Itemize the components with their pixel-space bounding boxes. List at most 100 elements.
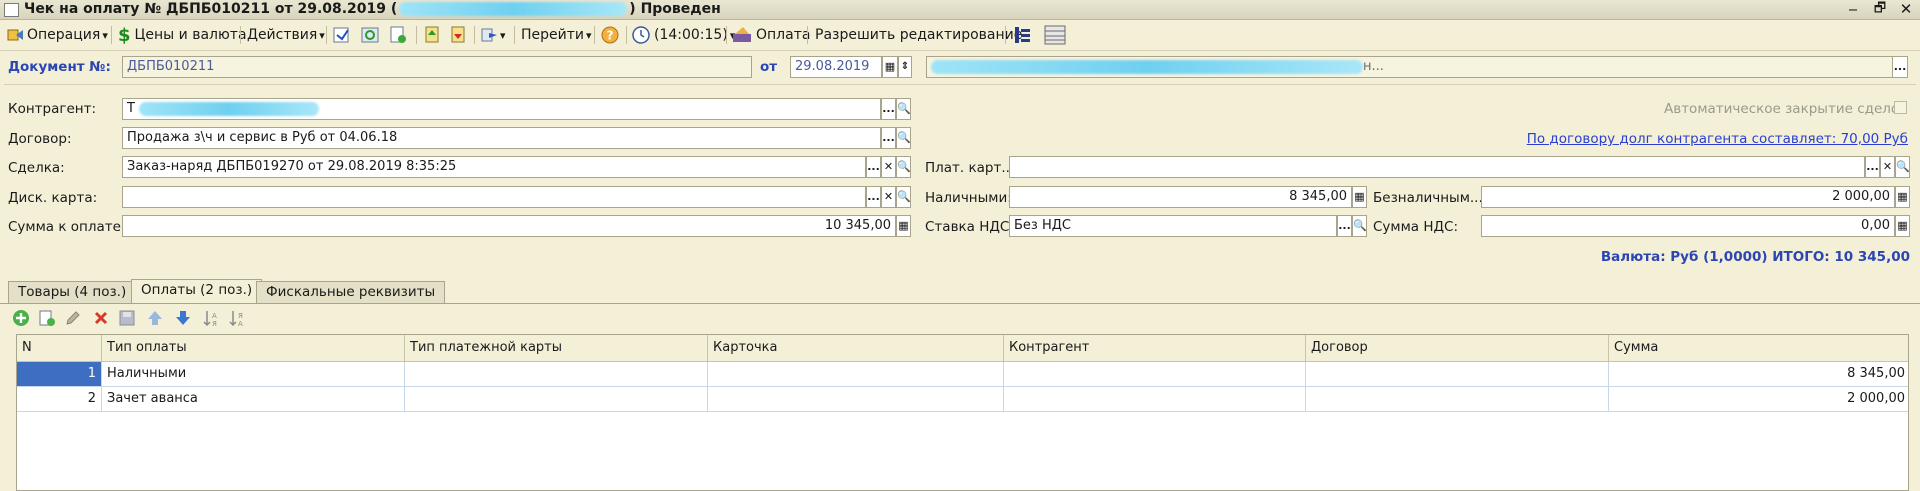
cell-sum[interactable]: 2 000,00	[1609, 387, 1910, 411]
deal-field[interactable]: Заказ-наряд ДБПБ019270 от 29.08.2019 8:3…	[122, 156, 866, 178]
cell-counterparty[interactable]	[1004, 362, 1306, 386]
close-icon[interactable]: ✕	[1895, 0, 1917, 18]
actions-menu[interactable]: Действия ▾	[247, 24, 325, 46]
list-button[interactable]	[1044, 24, 1066, 46]
column-header-sum[interactable]: Сумма	[1609, 335, 1910, 361]
search-icon[interactable]: 🔍	[896, 98, 911, 120]
copy-button[interactable]	[388, 24, 408, 46]
column-header-card[interactable]: Карточка	[708, 335, 1004, 361]
tab-goods[interactable]: Товары (4 поз.)	[8, 281, 137, 303]
cell-n[interactable]: 1	[17, 362, 102, 386]
sort-desc-icon[interactable]: ЯA	[228, 309, 246, 327]
contract-field[interactable]: Продажа з\ч и сервис в Руб от 04.06.18	[122, 127, 881, 149]
pay-card-field[interactable]	[1009, 156, 1865, 178]
copy-row-icon[interactable]	[38, 309, 56, 327]
save-icon[interactable]	[118, 309, 136, 327]
edit-icon[interactable]	[64, 309, 82, 327]
add-icon[interactable]	[12, 309, 30, 327]
select-icon[interactable]: ...	[1865, 156, 1880, 178]
delete-icon[interactable]	[92, 309, 110, 327]
noncash-field[interactable]: 2 000,00	[1481, 186, 1895, 208]
cell-type[interactable]: Зачет аванса	[102, 387, 405, 411]
redacted-blur	[138, 101, 319, 116]
debt-link[interactable]: По договору долг контрагента составляет:…	[1527, 131, 1908, 147]
vat-rate-field[interactable]: Без НДС	[1009, 215, 1337, 237]
cell-n[interactable]: 2	[17, 387, 102, 411]
doc-up-button[interactable]	[422, 24, 442, 46]
cell-card-type[interactable]	[405, 387, 708, 411]
select-icon[interactable]: ...	[881, 98, 896, 120]
refresh-button[interactable]	[360, 24, 380, 46]
clear-icon[interactable]: ✕	[881, 156, 896, 178]
cash-field[interactable]: 8 345,00	[1009, 186, 1352, 208]
column-header-n[interactable]: N	[17, 335, 102, 361]
help-button[interactable]: ?	[600, 24, 620, 46]
goto-menu[interactable]: Перейти ▾	[521, 24, 592, 46]
disc-card-field[interactable]	[122, 186, 866, 208]
search-icon[interactable]: 🔍	[1895, 156, 1910, 178]
select-icon[interactable]: ...	[866, 156, 881, 178]
select-icon[interactable]: ...	[866, 186, 881, 208]
select-icon[interactable]: ...	[881, 127, 896, 149]
move-up-icon[interactable]	[146, 309, 164, 327]
payments-table[interactable]: N Тип оплаты Тип платежной карты Карточк…	[16, 334, 1909, 491]
search-icon[interactable]: 🔍	[896, 127, 911, 149]
time-menu[interactable]: (14:00:15) ▾	[631, 24, 735, 46]
cell-counterparty[interactable]	[1004, 387, 1306, 411]
date-label: от	[760, 59, 778, 75]
calendar-icon[interactable]: ▦	[882, 56, 898, 78]
date-field[interactable]: 29.08.2019	[790, 56, 882, 78]
calculator-icon[interactable]: ▦	[896, 215, 911, 237]
restore-icon[interactable]: 🗗	[1869, 0, 1891, 18]
cell-sum[interactable]: 8 345,00	[1609, 362, 1910, 386]
doc-down-button[interactable]	[448, 24, 468, 46]
doc-number-field[interactable]: ДБПБ010211	[122, 56, 752, 78]
auto-close-checkbox[interactable]	[1894, 101, 1907, 114]
cell-card-type[interactable]	[405, 362, 708, 386]
search-icon[interactable]: 🔍	[1352, 215, 1367, 237]
column-header-type[interactable]: Тип оплаты	[102, 335, 405, 361]
post-button[interactable]	[332, 24, 352, 46]
calculator-icon[interactable]: ▦	[1352, 186, 1367, 208]
cell-contract[interactable]	[1306, 362, 1609, 386]
calculator-icon[interactable]: ▦	[1895, 215, 1910, 237]
move-down-icon[interactable]	[174, 309, 192, 327]
structure-menu[interactable]: ▾	[480, 24, 506, 46]
column-header-card-type[interactable]: Тип платежной карты	[405, 335, 708, 361]
toolbar-separator	[726, 26, 727, 44]
column-header-contract[interactable]: Договор	[1306, 335, 1609, 361]
payment-button[interactable]: Оплата	[731, 24, 810, 46]
minimize-icon[interactable]: ‒	[1842, 0, 1864, 18]
select-icon[interactable]: ...	[1892, 56, 1908, 78]
vat-sum-field[interactable]: 0,00	[1481, 215, 1895, 237]
tab-fiscal[interactable]: Фискальные реквизиты	[256, 281, 446, 303]
tab-payments[interactable]: Оплаты (2 поз.)	[131, 279, 263, 304]
cell-card[interactable]	[708, 362, 1004, 386]
clear-icon[interactable]: ✕	[881, 186, 896, 208]
column-header-counterparty[interactable]: Контрагент	[1004, 335, 1306, 361]
cell-card[interactable]	[708, 387, 1004, 411]
noncash-label: Безналичным...	[1373, 190, 1483, 206]
allow-edit-button[interactable]: Разрешить редактирование	[815, 24, 1022, 46]
disc-card-label: Диск. карта:	[8, 190, 98, 206]
table-row[interactable]: 1 Наличными 8 345,00	[17, 362, 1908, 387]
tree-button[interactable]	[1012, 24, 1032, 46]
spin-icon[interactable]: ⇕	[898, 56, 912, 78]
table-row[interactable]: 2 Зачет аванса 2 000,00	[17, 387, 1908, 412]
select-icon[interactable]: ...	[1337, 215, 1352, 237]
prices-button[interactable]: $ Цены и валюта	[118, 24, 247, 46]
sum-field[interactable]: 10 345,00	[122, 215, 896, 237]
post-icon	[333, 27, 349, 43]
search-icon[interactable]: 🔍	[896, 156, 911, 178]
counterparty-field[interactable]: Т	[122, 98, 881, 120]
allow-edit-label: Разрешить редактирование	[815, 27, 1023, 43]
sort-asc-icon[interactable]: AЯ	[202, 309, 220, 327]
cell-contract[interactable]	[1306, 387, 1609, 411]
operation-menu[interactable]: Операция ▾	[6, 24, 108, 46]
clear-icon[interactable]: ✕	[1880, 156, 1895, 178]
calculator-icon[interactable]: ▦	[1895, 186, 1910, 208]
list-icon	[1044, 25, 1066, 45]
cell-type[interactable]: Наличными	[102, 362, 405, 386]
organization-field[interactable]: н...	[926, 56, 1908, 78]
search-icon[interactable]: 🔍	[896, 186, 911, 208]
